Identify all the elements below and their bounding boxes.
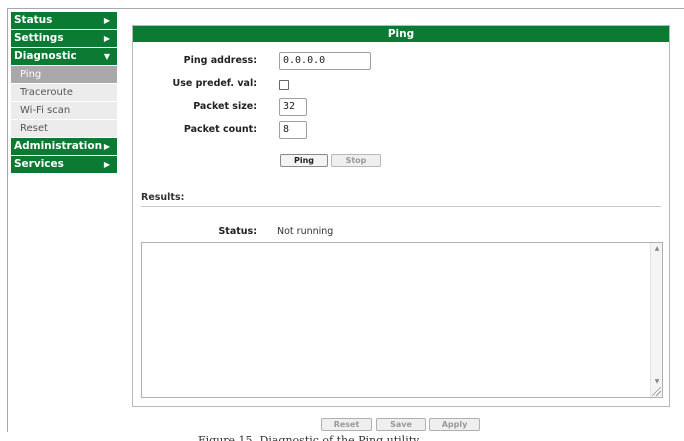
sidebar-item-settings[interactable]: Settings ▶ [11,30,117,47]
frame-top-border [7,8,684,9]
scroll-down-icon[interactable]: ▼ [651,378,663,385]
chevron-down-icon: ▼ [103,52,110,61]
sidebar: Status ▶ Settings ▶ Diagnostic ▼ Ping Tr… [11,12,117,174]
frame-left-border [7,8,8,432]
ping-address-label: Ping address: [183,55,257,66]
packet-size-input[interactable]: 32 [279,98,307,116]
sidebar-item-label: Diagnostic [14,50,77,62]
results-divider [141,206,661,207]
chevron-right-icon: ▶ [103,142,110,151]
sidebar-item-status[interactable]: Status ▶ [11,12,117,29]
figure-caption: Figure 15. Diagnostic of the Ping utilit… [198,434,420,441]
sidebar-item-label: Settings [14,32,64,44]
packet-count-row: Packet count: 8 [133,121,671,139]
save-button[interactable]: Save [376,418,426,431]
reset-button[interactable]: Reset [321,418,372,431]
results-textarea[interactable]: ▲ ▼ [141,242,663,398]
ping-address-row: Ping address: 0.0.0.0 [133,52,671,70]
sidebar-item-label: Services [14,158,64,170]
ping-button[interactable]: Ping [280,154,328,167]
status-label: Status: [218,226,257,237]
chevron-right-icon: ▶ [103,16,110,25]
scroll-up-icon[interactable]: ▲ [651,245,663,252]
stop-button[interactable]: Stop [331,154,381,167]
use-predef-row: Use predef. val: [133,75,671,93]
sidebar-subitem-ping[interactable]: Ping [11,66,117,83]
packet-size-label: Packet size: [193,101,257,112]
apply-button[interactable]: Apply [429,418,480,431]
chevron-right-icon: ▶ [103,160,110,169]
panel-title: Ping [133,26,669,42]
packet-count-input[interactable]: 8 [279,121,307,139]
sidebar-item-label: Administration [14,140,103,152]
use-predef-checkbox[interactable] [279,80,289,90]
results-title: Results: [141,192,185,203]
sidebar-item-label: Status [14,14,53,26]
sidebar-item-administration[interactable]: Administration ▶ [11,138,117,155]
use-predef-label: Use predef. val: [172,78,257,89]
results-scrollbar[interactable]: ▲ ▼ [650,243,662,397]
resize-grip-icon[interactable] [652,387,661,396]
sidebar-subitem-wifi-scan[interactable]: Wi-Fi scan [11,102,117,119]
router-web-ui: Status ▶ Settings ▶ Diagnostic ▼ Ping Tr… [0,0,684,441]
packet-count-label: Packet count: [183,124,257,135]
ping-address-input[interactable]: 0.0.0.0 [279,52,371,70]
status-value: Not running [277,226,334,237]
sidebar-item-diagnostic[interactable]: Diagnostic ▼ [11,48,117,65]
sidebar-subitem-reset[interactable]: Reset [11,120,117,137]
chevron-right-icon: ▶ [103,34,110,43]
sidebar-item-services[interactable]: Services ▶ [11,156,117,173]
packet-size-row: Packet size: 32 [133,98,671,116]
ping-panel: Ping Ping address: 0.0.0.0 Use predef. v… [132,25,670,407]
sidebar-subitem-traceroute[interactable]: Traceroute [11,84,117,101]
